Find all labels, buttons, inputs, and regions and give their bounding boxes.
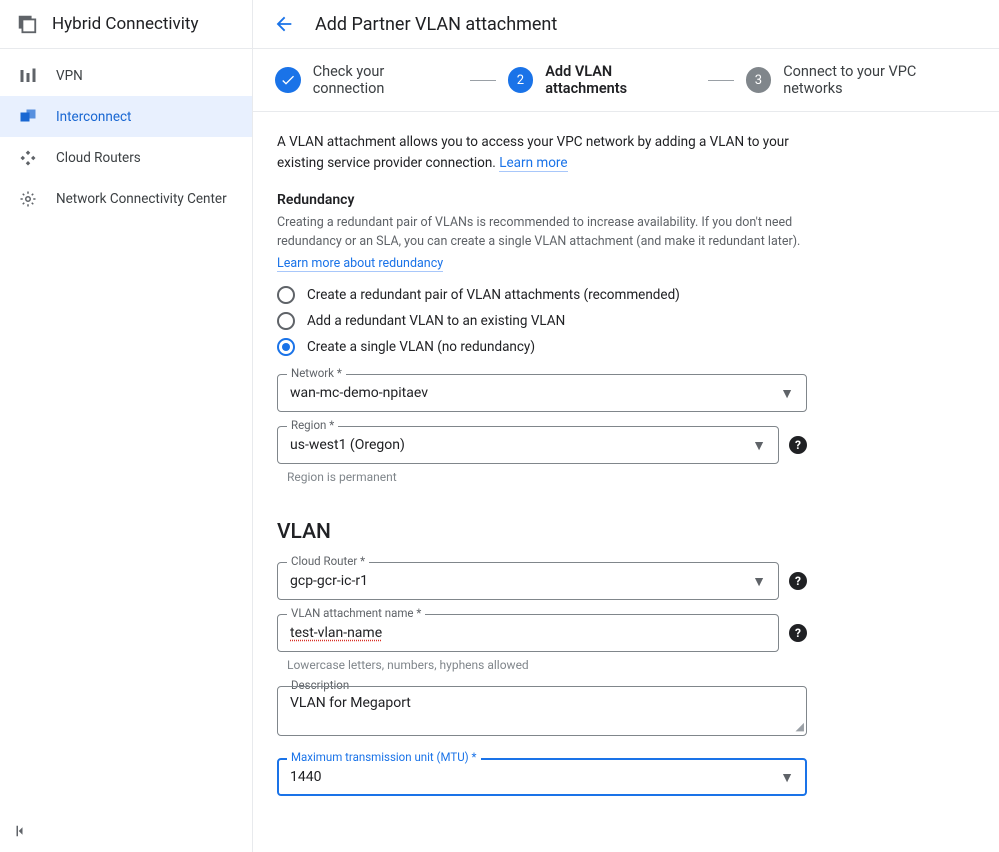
field-value: wan-mc-demo-npitaev (290, 385, 780, 401)
vpn-icon (16, 67, 40, 85)
field-label: VLAN attachment name * (287, 606, 425, 620)
stepper: Check your connection 2 Add VLAN attachm… (253, 49, 999, 112)
cloud-router-field: Cloud Router * gcp-gcr-ic-r1 ▼ (277, 562, 779, 600)
field-value: 1440 (290, 769, 780, 785)
description-textarea[interactable]: VLAN for Megaport ◢ (277, 686, 807, 736)
redundancy-radio-group: Create a redundant pair of VLAN attachme… (277, 286, 975, 356)
sidebar-item-interconnect[interactable]: Interconnect (0, 96, 252, 137)
main-panel: Add Partner VLAN attachment Check your c… (253, 0, 999, 852)
help-icon[interactable]: ? (789, 436, 807, 454)
field-label: Maximum transmission unit (MTU) * (287, 750, 481, 764)
radio-label: Create a redundant pair of VLAN attachme… (307, 287, 680, 303)
routers-icon (16, 149, 40, 167)
vlan-section-title: VLAN (277, 520, 975, 544)
field-label: Network * (287, 366, 346, 380)
radio-icon (277, 338, 295, 356)
region-field: Region * us-west1 (Oregon) ▼ (277, 426, 779, 464)
radio-redundant-pair[interactable]: Create a redundant pair of VLAN attachme… (277, 286, 975, 304)
chevron-down-icon: ▼ (752, 573, 766, 590)
sidebar-item-cloud-routers[interactable]: Cloud Routers (0, 137, 252, 178)
description-field: Description VLAN for Megaport ◢ (277, 686, 807, 736)
field-label: Region * (287, 418, 338, 432)
redundancy-helper: Creating a redundant pair of VLANs is re… (277, 214, 837, 252)
step-label: Add VLAN attachments (545, 63, 696, 97)
nav-label: VPN (56, 68, 83, 84)
step-number: 3 (746, 67, 772, 93)
sidebar-item-ncc[interactable]: Network Connectivity Center (0, 178, 252, 219)
radio-icon (277, 312, 295, 330)
region-helper: Region is permanent (287, 470, 817, 484)
interconnect-icon (16, 108, 40, 126)
network-select[interactable]: wan-mc-demo-npitaev ▼ (277, 374, 807, 412)
network-field: Network * wan-mc-demo-npitaev ▼ (277, 374, 807, 412)
sidebar-item-vpn[interactable]: VPN (0, 55, 252, 96)
field-value: test-vlan-name (290, 625, 766, 641)
region-select[interactable]: us-west1 (Oregon) ▼ (277, 426, 779, 464)
step-1[interactable]: Check your connection (275, 63, 458, 97)
field-label: Cloud Router * (287, 554, 369, 568)
sidebar-nav: VPN Interconnect Cloud Routers Network C… (0, 49, 252, 219)
learn-more-link[interactable]: Learn more (499, 155, 567, 172)
radio-label: Add a redundant VLAN to an existing VLAN (307, 313, 565, 329)
nav-label: Network Connectivity Center (56, 191, 227, 207)
field-value: us-west1 (Oregon) (290, 437, 752, 453)
step-label: Connect to your VPC networks (783, 63, 977, 97)
step-divider (470, 80, 496, 81)
nav-label: Interconnect (56, 109, 131, 125)
logo-icon (16, 13, 38, 35)
chevron-down-icon: ▼ (780, 385, 794, 402)
attachment-name-field: VLAN attachment name * test-vlan-name (277, 614, 779, 652)
step-label: Check your connection (313, 63, 458, 97)
learn-more-redundancy-link[interactable]: Learn more about redundancy (277, 256, 443, 272)
check-icon (275, 67, 301, 93)
form-area: A VLAN attachment allows you to access y… (253, 112, 999, 852)
sidebar-header: Hybrid Connectivity (0, 0, 252, 49)
intro-text: A VLAN attachment allows you to access y… (277, 132, 837, 174)
sidebar: Hybrid Connectivity VPN Interconnect Clo… (0, 0, 253, 852)
nav-label: Cloud Routers (56, 150, 141, 166)
collapse-sidebar-button[interactable] (12, 822, 30, 844)
redundancy-section: Redundancy Creating a redundant pair of … (277, 192, 975, 356)
radio-add-redundant[interactable]: Add a redundant VLAN to an existing VLAN (277, 312, 975, 330)
back-arrow-icon (273, 13, 295, 35)
back-button[interactable] (273, 13, 295, 35)
help-icon[interactable]: ? (789, 572, 807, 590)
radio-label: Create a single VLAN (no redundancy) (307, 339, 535, 355)
step-3[interactable]: 3 Connect to your VPC networks (746, 63, 978, 97)
chevron-down-icon: ▼ (752, 437, 766, 454)
main-header: Add Partner VLAN attachment (253, 0, 999, 49)
step-divider (708, 80, 734, 81)
field-value: gcp-gcr-ic-r1 (290, 573, 752, 589)
page-title: Add Partner VLAN attachment (315, 14, 557, 35)
mtu-field: Maximum transmission unit (MTU) * 1440 ▼ (277, 758, 807, 796)
product-title: Hybrid Connectivity (52, 14, 199, 34)
step-2[interactable]: 2 Add VLAN attachments (508, 63, 696, 97)
ncc-icon (16, 190, 40, 208)
attachment-name-helper: Lowercase letters, numbers, hyphens allo… (287, 658, 817, 672)
step-number: 2 (508, 67, 534, 93)
chevron-down-icon: ▼ (780, 769, 794, 786)
redundancy-heading: Redundancy (277, 192, 975, 208)
radio-single-vlan[interactable]: Create a single VLAN (no redundancy) (277, 338, 975, 356)
radio-icon (277, 286, 295, 304)
resize-handle-icon[interactable]: ◢ (796, 720, 804, 733)
help-icon[interactable]: ? (789, 624, 807, 642)
